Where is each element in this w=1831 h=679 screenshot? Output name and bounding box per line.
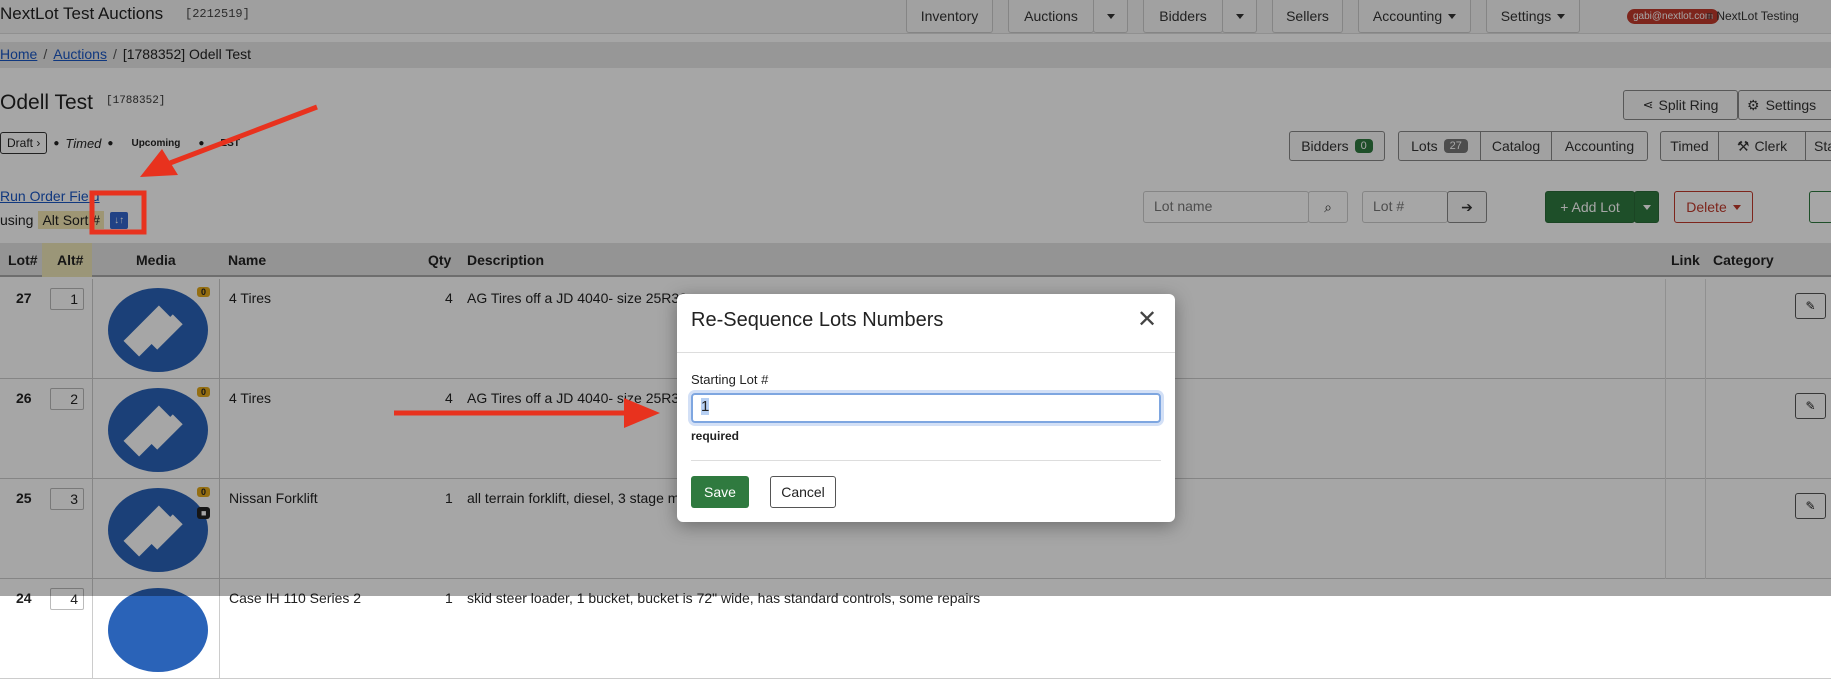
required-hint: required	[691, 429, 740, 443]
modal-title: Re-Sequence Lots Numbers	[691, 309, 944, 331]
starting-lot-value: 1	[701, 398, 710, 415]
close-icon[interactable]: ✕	[1137, 308, 1157, 332]
save-button[interactable]: Save	[691, 476, 749, 508]
modal-header-divider	[677, 352, 1175, 353]
modal-footer-divider	[691, 460, 1161, 461]
starting-lot-input[interactable]: 1	[691, 393, 1161, 423]
starting-lot-label: Starting Lot #	[691, 372, 769, 387]
media-placeholder-icon	[108, 588, 208, 672]
resequence-lots-modal: Re-Sequence Lots Numbers ✕ Starting Lot …	[677, 294, 1175, 522]
cancel-button[interactable]: Cancel	[770, 476, 836, 508]
